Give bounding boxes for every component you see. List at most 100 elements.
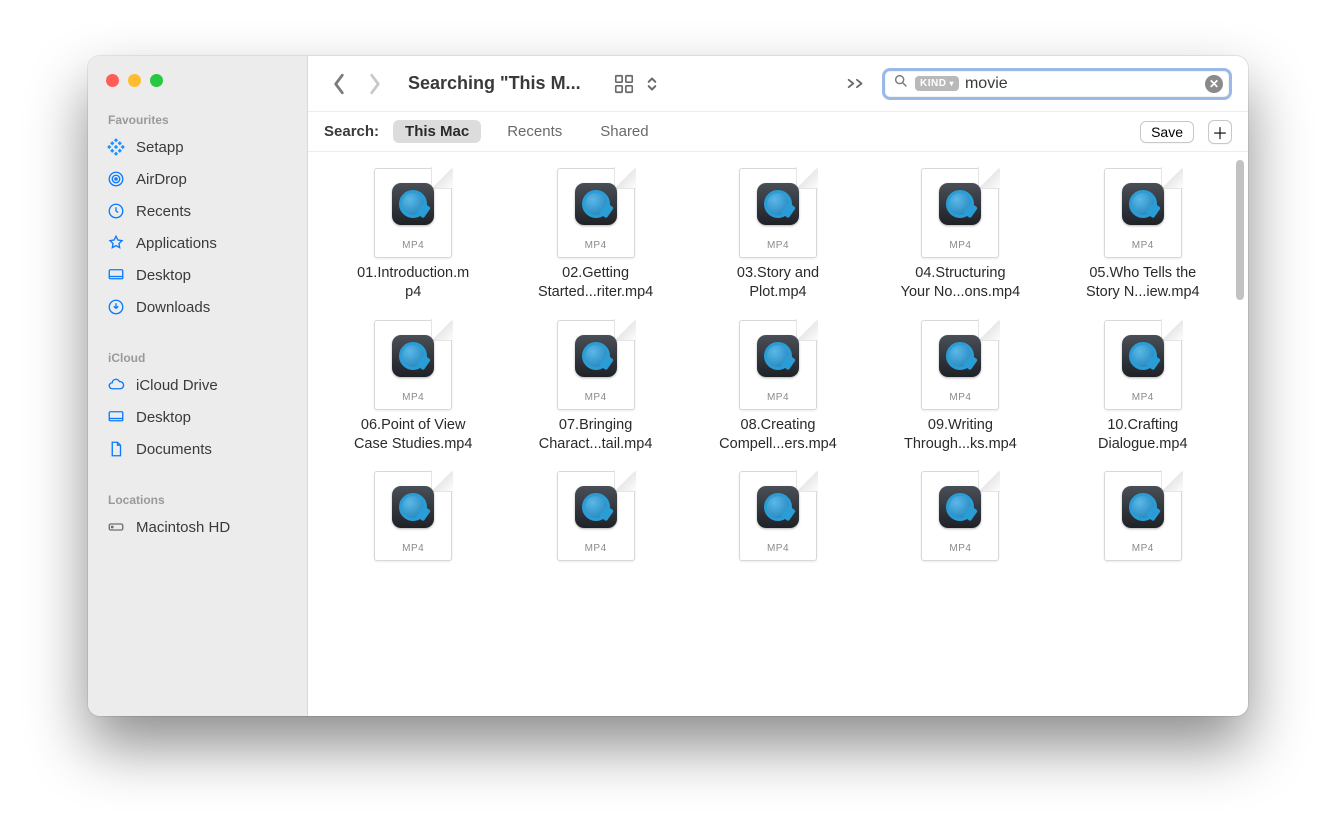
sidebar: Favourites Setapp AirDrop Recents Applic… [88,56,308,716]
quicktime-icon [575,335,617,377]
downloads-icon [106,297,126,317]
file-icon: MP4 [374,320,452,410]
results-area: MP4 01.Introduction.mp4 MP4 02.GettingSt… [308,152,1248,716]
zoom-window-button[interactable] [150,74,163,87]
scope-shared[interactable]: Shared [588,120,660,143]
file-item[interactable]: MP4 10.CraftingDialogue.mp4 [1062,320,1224,454]
search-scope-label: Search: [324,123,379,140]
sidebar-item-icloud-drive[interactable]: iCloud Drive [88,369,307,401]
clear-search-button[interactable]: ✕ [1205,75,1223,93]
sidebar-item-label: Desktop [136,267,191,284]
search-field[interactable]: KIND▾ movie ✕ [882,68,1232,100]
quicktime-icon [392,183,434,225]
file-item[interactable]: MP4 05.Who Tells theStory N...iew.mp4 [1062,168,1224,302]
file-icon: MP4 [739,320,817,410]
search-kind-token[interactable]: KIND▾ [915,76,959,91]
sidebar-item-label: Applications [136,235,217,252]
file-item[interactable]: MP4 [332,471,494,567]
file-extension-label: MP4 [739,542,817,555]
file-item[interactable]: MP4 [879,471,1041,567]
hdd-icon [106,517,126,537]
file-icon: MP4 [374,168,452,258]
forward-button[interactable] [364,73,386,95]
sidebar-item-label: Documents [136,441,212,458]
file-item[interactable]: MP4 [1062,471,1224,567]
sidebar-item-downloads[interactable]: Downloads [88,291,307,323]
sidebar-section-favourites: Favourites [88,107,307,131]
file-extension-label: MP4 [374,391,452,404]
file-extension-label: MP4 [1104,542,1182,555]
quicktime-icon [757,335,799,377]
file-name: 09.WritingThrough...ks.mp4 [904,416,1017,454]
main-area: Searching "This M... KIND▾ movie ✕ [308,56,1248,716]
quicktime-icon [1122,486,1164,528]
sidebar-item-icloud-documents[interactable]: Documents [88,433,307,465]
file-extension-label: MP4 [921,391,999,404]
sidebar-item-label: Setapp [136,139,184,156]
sidebar-section-locations: Locations [88,487,307,511]
view-mode-button[interactable] [613,73,663,95]
quicktime-icon [757,486,799,528]
finder-window: Favourites Setapp AirDrop Recents Applic… [88,56,1248,716]
file-item[interactable]: MP4 [697,471,859,567]
scrollbar[interactable] [1236,160,1244,300]
minimize-window-button[interactable] [128,74,141,87]
sidebar-item-setapp[interactable]: Setapp [88,131,307,163]
close-window-button[interactable] [106,74,119,87]
cloud-icon [106,375,126,395]
quicktime-icon [939,183,981,225]
file-item[interactable]: MP4 06.Point of ViewCase Studies.mp4 [332,320,494,454]
quicktime-icon [939,335,981,377]
desktop-icon [106,407,126,427]
sidebar-item-applications[interactable]: Applications [88,227,307,259]
sidebar-item-macintosh-hd[interactable]: Macintosh HD [88,511,307,543]
toolbar-overflow-button[interactable] [844,72,868,96]
document-icon [106,439,126,459]
file-extension-label: MP4 [1104,239,1182,252]
file-icon: MP4 [739,471,817,561]
file-extension-label: MP4 [921,542,999,555]
file-extension-label: MP4 [557,239,635,252]
file-item[interactable]: MP4 08.CreatingCompell...ers.mp4 [697,320,859,454]
sidebar-item-airdrop[interactable]: AirDrop [88,163,307,195]
file-extension-label: MP4 [557,391,635,404]
window-title: Searching "This M... [408,73,581,94]
window-controls [88,70,307,107]
sidebar-item-label: Recents [136,203,191,220]
sidebar-item-label: Desktop [136,409,191,426]
file-item[interactable]: MP4 07.BringingCharact...tail.mp4 [514,320,676,454]
file-item[interactable]: MP4 02.GettingStarted...riter.mp4 [514,168,676,302]
quicktime-icon [1122,335,1164,377]
back-button[interactable] [328,73,350,95]
setapp-icon [106,137,126,157]
search-icon [893,73,909,94]
file-icon: MP4 [557,168,635,258]
file-item[interactable]: MP4 01.Introduction.mp4 [332,168,494,302]
file-icon: MP4 [1104,168,1182,258]
quicktime-icon [1122,183,1164,225]
file-name: 07.BringingCharact...tail.mp4 [539,416,653,454]
search-query-text[interactable]: movie [965,75,1199,93]
sidebar-item-desktop[interactable]: Desktop [88,259,307,291]
file-item[interactable]: MP4 04.StructuringYour No...ons.mp4 [879,168,1041,302]
save-search-button[interactable]: Save [1140,121,1194,143]
scope-recents[interactable]: Recents [495,120,574,143]
sidebar-item-recents[interactable]: Recents [88,195,307,227]
file-icon: MP4 [1104,320,1182,410]
sidebar-item-label: Downloads [136,299,210,316]
airdrop-icon [106,169,126,189]
file-name: 03.Story andPlot.mp4 [737,264,819,302]
chevron-down-icon: ▾ [949,79,954,88]
file-icon: MP4 [921,471,999,561]
file-name: 05.Who Tells theStory N...iew.mp4 [1086,264,1200,302]
file-item[interactable]: MP4 03.Story andPlot.mp4 [697,168,859,302]
file-extension-label: MP4 [921,239,999,252]
file-item[interactable]: MP4 [514,471,676,567]
add-criteria-button[interactable]: ＋ [1208,120,1232,144]
clock-icon [106,201,126,221]
scope-this-mac[interactable]: This Mac [393,120,481,143]
file-item[interactable]: MP4 09.WritingThrough...ks.mp4 [879,320,1041,454]
search-scope-bar: Search: This Mac Recents Shared Save ＋ [308,112,1248,152]
sidebar-item-label: Macintosh HD [136,519,230,536]
sidebar-item-icloud-desktop[interactable]: Desktop [88,401,307,433]
